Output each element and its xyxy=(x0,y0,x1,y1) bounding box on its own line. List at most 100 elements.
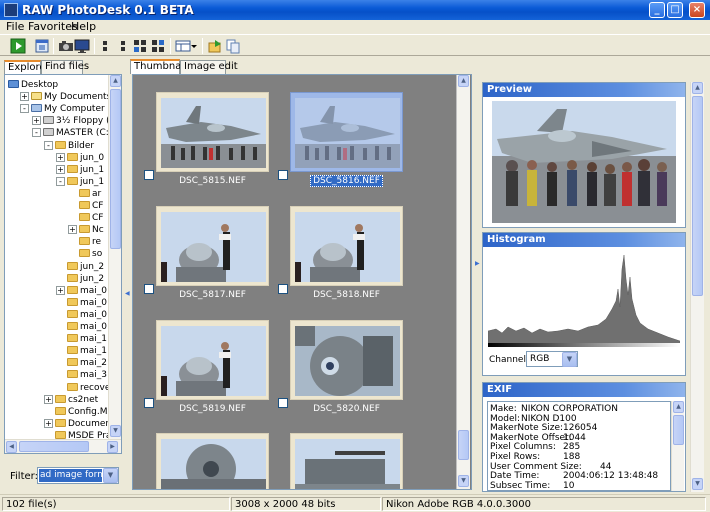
tree-item[interactable]: mai_1 xyxy=(56,333,107,345)
expand-icon[interactable]: + xyxy=(32,116,41,126)
folder-icon xyxy=(55,394,66,403)
chevron-down-icon[interactable]: ▼ xyxy=(103,468,118,483)
thumbnail-scrollbar[interactable]: ▲ ▼ xyxy=(456,75,470,489)
exif-list[interactable]: Make: NIKON CORPORATION Model: NIKON D100 Ma… xyxy=(487,401,671,491)
expand-icon[interactable]: + xyxy=(20,92,29,102)
channel-dropdown[interactable]: RGB ▼ xyxy=(526,351,578,367)
thumbnail-image xyxy=(161,439,266,489)
thumbnail[interactable] xyxy=(156,320,269,400)
collapse-icon[interactable]: - xyxy=(44,140,53,150)
left-splitter[interactable]: ◀ xyxy=(124,60,130,492)
exif-value: 10 xyxy=(563,480,575,491)
camera-icon[interactable] xyxy=(58,38,74,54)
tab-explore[interactable]: Explore xyxy=(4,60,46,75)
tree-item[interactable]: Desktop xyxy=(8,79,58,91)
tree-item-label: mai_3 xyxy=(80,370,108,381)
tree-item[interactable]: ar xyxy=(68,188,101,200)
tree-item[interactable]: + Document xyxy=(44,418,115,430)
thumbnail[interactable] xyxy=(156,92,269,172)
collapse-icon[interactable]: - xyxy=(56,176,65,186)
tree-item[interactable]: CF xyxy=(68,212,103,224)
tree-item[interactable]: + Nc xyxy=(68,224,104,236)
tab-image-edit[interactable]: Image edit xyxy=(180,60,238,74)
right-panel-scrollbar[interactable]: ▲ ▼ xyxy=(690,82,704,492)
thumbnail-grid[interactable]: DSC_5815.NEF DSC_5816.NEF DSC_5817.NEF DSC_… xyxy=(132,74,472,490)
tree-item[interactable]: + My Documents xyxy=(20,91,111,103)
tree-item[interactable]: CF xyxy=(68,200,103,212)
tree-item[interactable]: re xyxy=(68,236,101,248)
chevron-down-icon[interactable] xyxy=(190,38,198,54)
tree-item[interactable]: mai_2 xyxy=(56,357,107,369)
grid-icon[interactable] xyxy=(132,38,148,54)
tree-item[interactable]: - MASTER (C:) xyxy=(32,127,112,139)
tree-item[interactable]: so xyxy=(68,248,102,260)
tree-item[interactable]: mai_3 xyxy=(56,369,107,381)
export-icon[interactable] xyxy=(207,38,223,54)
thumbnail[interactable] xyxy=(290,320,403,400)
tree-item[interactable]: recove xyxy=(56,382,110,394)
tree-item[interactable]: jun_2 xyxy=(56,273,104,285)
folder-icon xyxy=(79,201,90,209)
exif-scrollbar[interactable]: ▲ xyxy=(671,401,684,491)
thumbnail[interactable] xyxy=(156,206,269,286)
tree-item[interactable]: - jun_1 xyxy=(56,176,104,188)
tree-item-label: jun_1 xyxy=(80,164,105,175)
view-icon[interactable] xyxy=(175,38,191,54)
tree-item[interactable]: mai_0 xyxy=(56,297,107,309)
thumbnail-checkbox[interactable] xyxy=(278,398,288,408)
compare-icon[interactable] xyxy=(150,38,166,54)
tree-item[interactable]: + jun_0 xyxy=(56,152,104,164)
tree-item[interactable]: - Bilder xyxy=(44,140,94,152)
copy-icon[interactable] xyxy=(225,38,241,54)
thumbnail[interactable] xyxy=(290,206,403,286)
tree-item-label: Bilder xyxy=(68,140,95,151)
monitor-icon[interactable] xyxy=(74,38,90,54)
expand-icon[interactable]: + xyxy=(56,285,65,295)
tab-find-files[interactable]: Find files xyxy=(41,60,89,74)
tree-horizontal-scrollbar[interactable]: ◀ ▶ xyxy=(5,439,121,453)
collapse-icon[interactable]: - xyxy=(20,104,29,114)
rotate-icon[interactable] xyxy=(100,38,116,54)
tree-item[interactable]: + jun_1 xyxy=(56,164,104,176)
folder-icon xyxy=(67,309,78,318)
menu-help[interactable]: Help xyxy=(71,20,96,33)
tree-item[interactable]: + mai_0 xyxy=(56,285,107,297)
play-icon[interactable] xyxy=(10,38,26,54)
thumbnail-checkbox[interactable] xyxy=(278,284,288,294)
thumbnail-checkbox[interactable] xyxy=(144,170,154,180)
thumbnail[interactable] xyxy=(156,433,269,489)
minimize-button[interactable]: _ xyxy=(649,2,665,18)
maximize-button[interactable]: □ xyxy=(667,2,683,18)
thumbnail-checkbox[interactable] xyxy=(278,170,288,180)
chevron-down-icon[interactable]: ▼ xyxy=(562,352,577,367)
thumbnail-checkbox[interactable] xyxy=(144,398,154,408)
tree-item[interactable]: - My Computer xyxy=(20,103,105,115)
thumbnail[interactable] xyxy=(290,92,403,172)
tree-item[interactable]: mai_1 xyxy=(56,345,107,357)
folder-tree[interactable]: Desktop + My Documents - My Computer +3½ Flop… xyxy=(4,74,122,454)
tree-item[interactable]: Config.Ms xyxy=(44,406,112,418)
expand-icon[interactable]: + xyxy=(68,225,77,235)
tree-item[interactable]: mai_0 xyxy=(56,309,107,321)
window-icon[interactable] xyxy=(34,38,50,54)
filter-dropdown[interactable]: ad image formats ▼ xyxy=(37,467,119,484)
menu-file[interactable]: File xyxy=(6,20,24,33)
thumbnail-checkbox[interactable] xyxy=(144,284,154,294)
tree-item[interactable]: + cs2net xyxy=(44,394,98,406)
expand-icon[interactable]: + xyxy=(56,152,65,162)
expand-icon[interactable]: + xyxy=(44,394,53,404)
expand-icon[interactable]: + xyxy=(44,418,53,428)
collapse-icon[interactable]: - xyxy=(32,128,41,138)
tab-thumbnails[interactable]: Thumbnails xyxy=(130,59,192,74)
tree-item-label: My Computer xyxy=(44,104,105,115)
exif-header: EXIF xyxy=(483,383,685,397)
thumbnail[interactable] xyxy=(290,433,403,489)
tree-item[interactable]: jun_2 xyxy=(56,261,104,273)
right-splitter[interactable]: ▶ xyxy=(474,60,480,492)
close-button[interactable]: × xyxy=(689,2,705,18)
flip-icon[interactable] xyxy=(116,38,132,54)
tree-item[interactable]: mai_0 xyxy=(56,321,107,333)
expand-icon[interactable]: + xyxy=(56,164,65,174)
tree-vertical-scrollbar[interactable]: ▲ ▼ xyxy=(108,75,121,439)
tree-item[interactable]: +3½ Floppy (A xyxy=(32,115,116,127)
